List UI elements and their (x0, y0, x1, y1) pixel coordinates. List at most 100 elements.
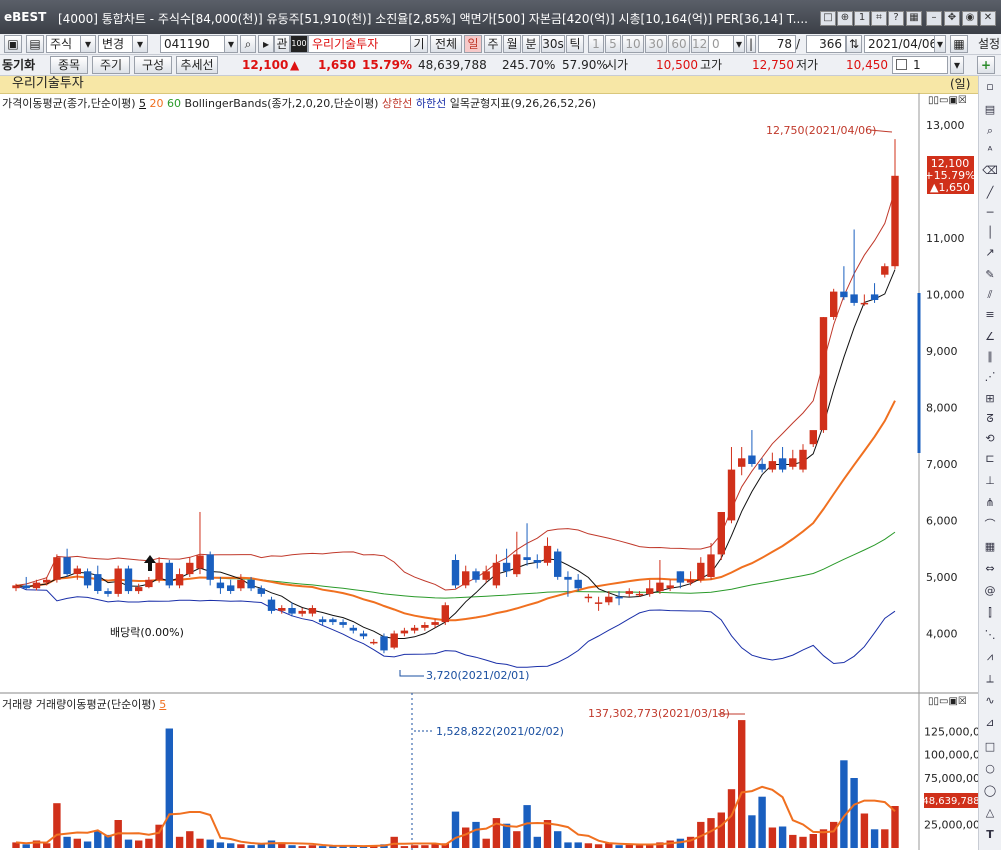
count-field[interactable]: 78 (758, 35, 796, 53)
search-icon[interactable]: ⌕ (240, 35, 256, 53)
pencil-icon[interactable]: ✎ (982, 268, 998, 282)
period-week-button[interactable]: 주 (484, 35, 502, 53)
period-icon[interactable]: ⊏ (982, 452, 998, 466)
candle-body (390, 633, 398, 648)
zero-field[interactable]: 0 (708, 35, 736, 53)
candle-body (400, 630, 409, 634)
chart-area[interactable]: 13,00012,00011,00010,0009,0008,0007,0006… (0, 93, 978, 850)
stock-name-field[interactable]: 우리기술투자 (308, 35, 412, 53)
layout-icon[interactable]: ⌗ (871, 11, 887, 26)
text-icon[interactable]: T (982, 828, 998, 842)
tab-config[interactable]: 구성 (134, 56, 172, 74)
tab-trendline[interactable]: 추세선 (176, 56, 218, 74)
trendline-icon[interactable]: ╱ (982, 186, 998, 200)
split-icon[interactable]: | (746, 35, 756, 53)
fork-icon[interactable]: ⋔ (982, 496, 998, 510)
code-dropdown-icon[interactable]: ▾ (224, 35, 238, 53)
change-select[interactable]: 변경 (98, 35, 136, 53)
fan-icon[interactable]: ⋰ (982, 370, 998, 384)
n60-button[interactable]: 60 (668, 35, 690, 53)
period-30s-button[interactable]: 30s (541, 35, 565, 53)
move-icon[interactable]: ✥ (944, 11, 960, 26)
period-day-button[interactable]: 일 (464, 35, 482, 53)
gann-icon[interactable]: ⊞ (982, 392, 998, 406)
market-dropdown-icon[interactable]: ▾ (80, 35, 96, 53)
selector-dropdown-icon[interactable]: ▾ (950, 56, 964, 74)
sync-label[interactable]: 동기화 (2, 57, 35, 73)
ruler-icon[interactable]: ⊥ (982, 474, 998, 488)
n1-button[interactable]: 1 (588, 35, 604, 53)
grid-icon[interactable]: ▦ (982, 540, 998, 554)
candle-body (850, 294, 858, 303)
checkbox-icon[interactable] (896, 59, 907, 70)
regression-icon[interactable]: ⩘ (982, 650, 998, 664)
time-zone-icon[interactable]: ⫿ (982, 606, 998, 620)
n30-button[interactable]: 30 (645, 35, 667, 53)
total-field[interactable]: 366 (806, 35, 846, 53)
volume-bar (400, 846, 409, 848)
arc-icon[interactable]: ⌒ (982, 518, 998, 532)
link-icon[interactable]: □ (820, 11, 836, 26)
add-icon[interactable]: + (977, 56, 995, 74)
cursor-icon[interactable]: ▫ (982, 80, 998, 94)
rectangle-icon[interactable]: □ (982, 740, 998, 754)
zero-dropdown-icon[interactable]: ▾ (733, 35, 745, 53)
change-dropdown-icon[interactable]: ▾ (132, 35, 148, 53)
zoom-icon[interactable]: ⌕ (982, 124, 998, 138)
period-minute-button[interactable]: 분 (522, 35, 540, 53)
candle-body (267, 599, 276, 611)
tag-icon[interactable]: 관 (274, 35, 290, 53)
date-dropdown-icon[interactable]: ▾ (934, 35, 946, 53)
print-icon[interactable]: ▦ (906, 11, 922, 26)
one-icon[interactable]: 1 (854, 11, 870, 26)
crosshair-icon[interactable]: ▤ (982, 103, 998, 117)
close-icon[interactable]: ✕ (980, 11, 996, 26)
n5-button[interactable]: 5 (605, 35, 621, 53)
volume-bar (318, 846, 327, 848)
gi-button[interactable]: 기 (410, 35, 428, 53)
volume-bar (533, 836, 541, 848)
zigzag-icon[interactable]: ᘔ (982, 412, 998, 426)
eraser-icon[interactable]: ⌫ (982, 164, 998, 178)
minimize-icon[interactable]: – (926, 11, 942, 26)
tab-period[interactable]: 주기 (92, 56, 130, 74)
period-month-button[interactable]: 월 (503, 35, 521, 53)
calendar-icon[interactable]: ▦ (950, 35, 968, 53)
fib-icon[interactable]: ≡ (982, 308, 998, 322)
parallel-icon[interactable]: ∥ (982, 350, 998, 364)
wave-icon[interactable]: ∿ (982, 694, 998, 708)
triangle-tool-icon[interactable]: ⊿ (982, 716, 998, 730)
help-icon[interactable]: ? (888, 11, 904, 26)
measure-icon[interactable]: ⇔ (982, 562, 998, 576)
ellipse-icon[interactable]: ◯ (982, 784, 998, 798)
andrews-icon[interactable]: ⟂ (982, 672, 998, 686)
selector-field[interactable]: 1 (892, 56, 948, 74)
n10-button[interactable]: 10 (622, 35, 644, 53)
code-input[interactable]: 041190 (160, 35, 226, 53)
drawing-toolbar: ▫ ▤ ⌕ ᴬ ⌫ ╱ ─ │ ↗ ✎ ⫽ ≡ ∠ ∥ ⋰ ⊞ ᘔ ⟲ ⊏ ⊥ … (978, 76, 1001, 850)
maximize-icon[interactable]: ◉ (962, 11, 978, 26)
date-field[interactable]: 2021/04/06 (864, 35, 937, 53)
screen-icon[interactable]: ▣ (4, 35, 22, 53)
market-select[interactable]: 주식 (46, 35, 84, 53)
zoom-100-icon[interactable]: 100 (290, 35, 308, 53)
save-icon[interactable]: ▤ (26, 35, 44, 53)
chart-type-icon[interactable]: ⇅ (846, 35, 862, 53)
period-tick-button[interactable]: 틱 (566, 35, 584, 53)
triangle-icon[interactable]: △ (982, 806, 998, 820)
spiral-icon[interactable]: @ (982, 584, 998, 598)
circle-icon[interactable]: ○ (982, 762, 998, 776)
pin-icon[interactable]: ⊕ (837, 11, 853, 26)
vline-icon[interactable]: │ (982, 226, 998, 240)
tab-item[interactable]: 종목 (50, 56, 88, 74)
prev-icon[interactable]: ▸ (258, 35, 274, 53)
all-delete-icon[interactable]: ᴬ (982, 144, 998, 158)
settings-button[interactable]: 설정 (978, 36, 1000, 52)
channel-icon[interactable]: ⫽ (982, 288, 998, 302)
all-button[interactable]: 전체 (430, 35, 462, 53)
speed-icon[interactable]: ⋱ (982, 628, 998, 642)
hline-icon[interactable]: ─ (982, 206, 998, 220)
cycle-icon[interactable]: ⟲ (982, 432, 998, 446)
angle-icon[interactable]: ∠ (982, 330, 998, 344)
ray-icon[interactable]: ↗ (982, 246, 998, 260)
